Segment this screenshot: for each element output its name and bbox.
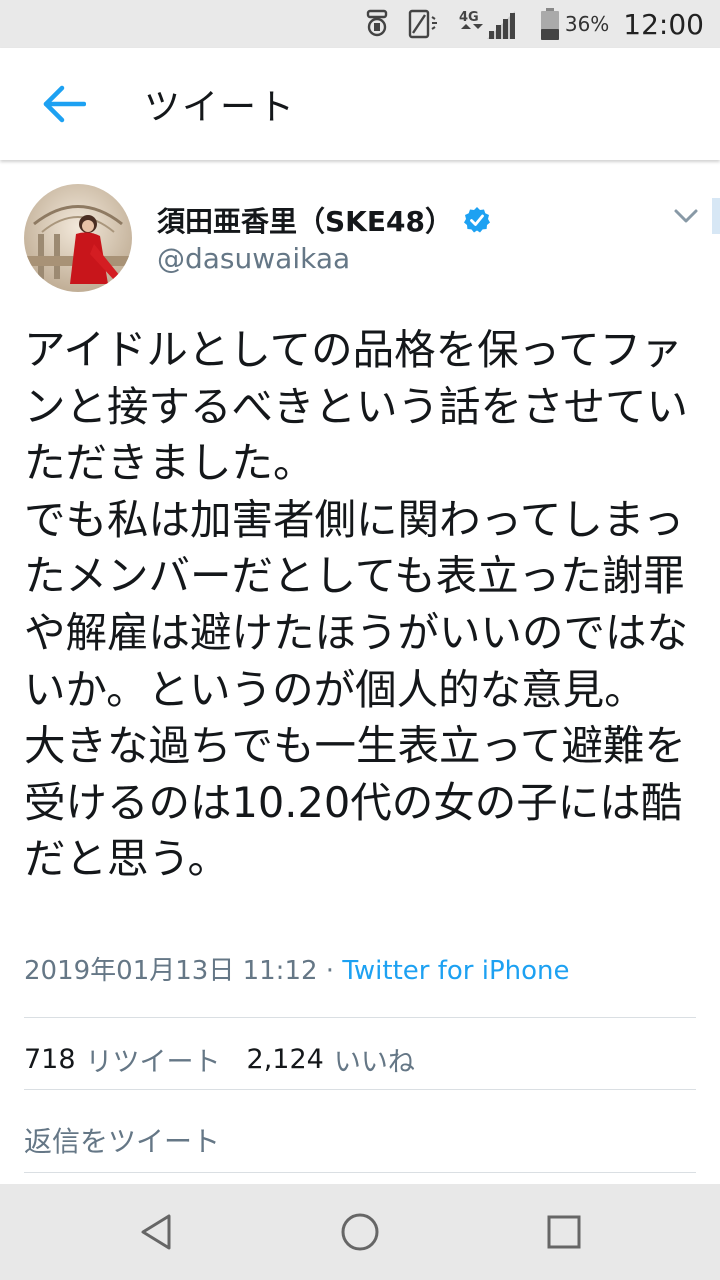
recents-square-icon <box>547 1215 581 1249</box>
back-triangle-icon <box>141 1214 171 1250</box>
app-bar: ツイート <box>0 48 720 160</box>
nav-home-button[interactable] <box>336 1208 384 1256</box>
tweet-text: アイドルとしての品格を保ってファンと接するべきという話をさせていただきました。 … <box>24 325 689 884</box>
network-type-label: 4G <box>459 10 479 25</box>
navigation-bar <box>0 1184 720 1280</box>
divider <box>24 1089 696 1090</box>
chevron-down-icon <box>674 209 698 223</box>
battery-icon <box>540 8 559 40</box>
tweet-meta: 2019年01月13日 11:12 · Twitter for iPhone <box>24 950 570 987</box>
edge-indicator <box>712 198 720 234</box>
reply-input[interactable]: 返信をツイート <box>24 1120 220 1160</box>
meta-separator: · <box>317 956 343 986</box>
home-circle-icon <box>341 1213 379 1251</box>
tweet-menu-button[interactable] <box>672 202 700 230</box>
page-title: ツイート <box>144 87 297 128</box>
retweets-label[interactable]: リツイート <box>86 1040 221 1079</box>
likes-count[interactable]: 2,124 <box>247 1044 324 1075</box>
author-name[interactable]: 須田亜香里（SKE48） <box>157 200 453 240</box>
divider <box>24 1017 696 1018</box>
author-handle[interactable]: @dasuwaikaa <box>157 242 350 275</box>
alarm-icon <box>365 9 389 39</box>
clock: 12:00 <box>623 7 704 41</box>
avatar[interactable] <box>24 184 132 292</box>
nav-recents-button[interactable] <box>540 1208 588 1256</box>
tweet-stats: 718 リツイート 2,124 いいね <box>24 1040 415 1079</box>
tweet-source-link[interactable]: Twitter for iPhone <box>342 956 569 986</box>
arrow-left-icon <box>43 85 86 123</box>
author-row: 須田亜香里（SKE48） <box>157 200 491 240</box>
likes-label[interactable]: いいね <box>334 1040 415 1079</box>
verified-badge-icon <box>463 206 491 234</box>
tweet-timestamp: 2019年01月13日 11:12 <box>24 956 318 986</box>
status-bar: 4G 36% 12:00 <box>0 0 720 48</box>
back-button[interactable] <box>32 72 96 136</box>
signal-icon: 4G <box>457 7 519 41</box>
nav-back-button[interactable] <box>133 1208 181 1256</box>
battery-percent: 36% <box>564 12 610 36</box>
retweets-count[interactable]: 718 <box>24 1044 76 1075</box>
vibrate-icon <box>405 9 441 39</box>
divider <box>24 1172 696 1173</box>
